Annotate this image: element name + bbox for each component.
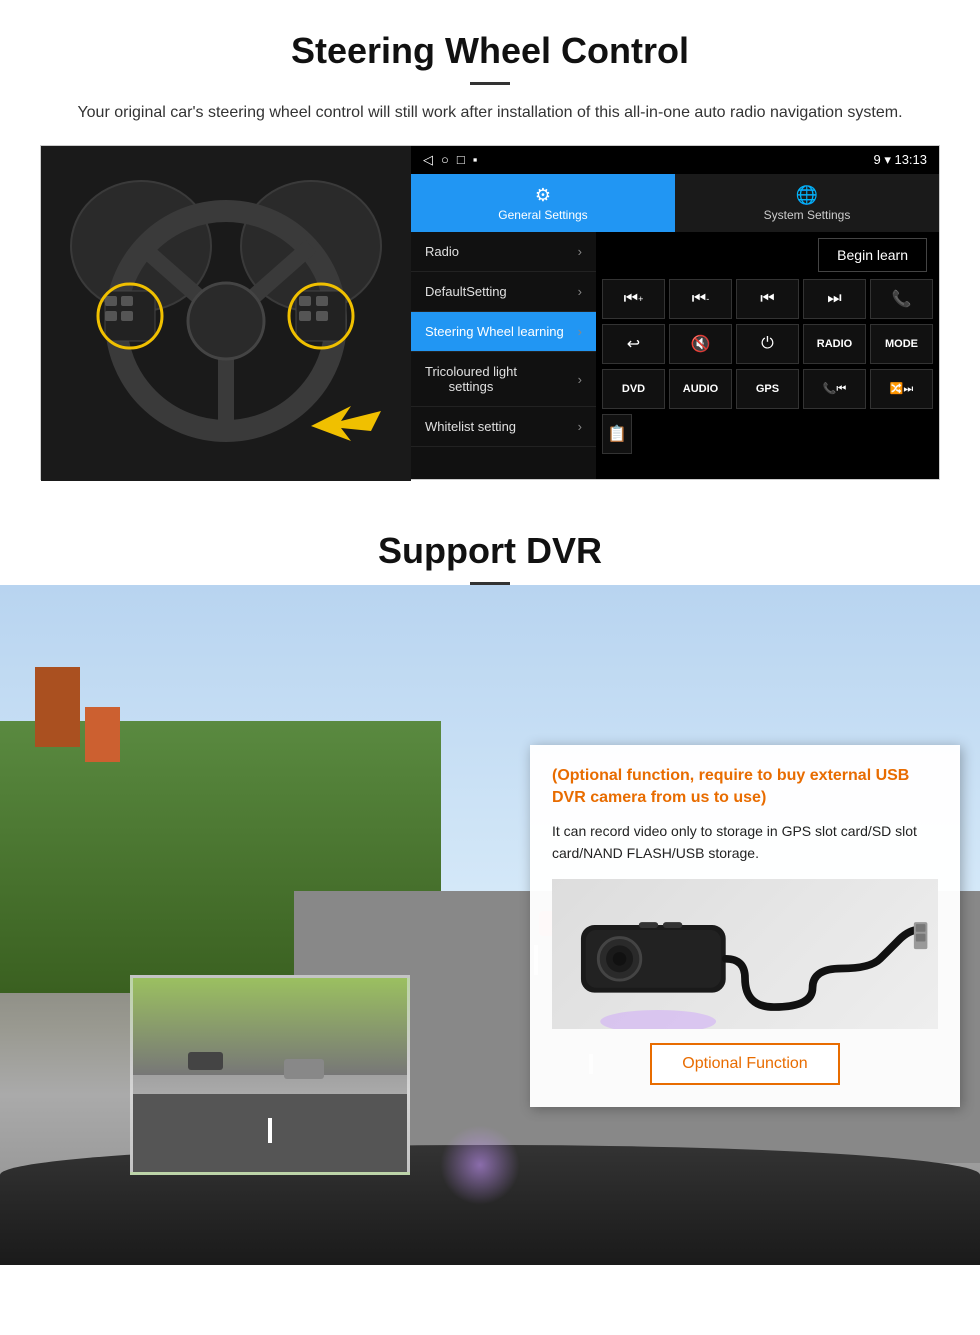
steering-visual-container: + ◁: [40, 145, 940, 480]
menu-item-steering-wheel[interactable]: Steering Wheel learning ›: [411, 312, 596, 352]
begin-learn-area: Begin learn: [602, 238, 933, 272]
hangup-btn[interactable]: ↩: [602, 324, 665, 364]
settings-menu: Radio › DefaultSetting › Steering Wheel …: [411, 232, 596, 479]
statusbar-left: ◁ ○ □ ▪: [423, 152, 477, 168]
settings-tabs: ⚙ General Settings 🌐 System Settings: [411, 174, 939, 232]
radio-btn[interactable]: RADIO: [803, 324, 866, 364]
tab-general-label: General Settings: [498, 208, 587, 222]
chevron-icon: ›: [578, 244, 582, 259]
back-icon: ◁: [423, 152, 433, 168]
section1-description: Your original car's steering wheel contr…: [60, 101, 920, 125]
tab-system-settings[interactable]: 🌐 System Settings: [675, 174, 939, 232]
extra-btn[interactable]: 📋: [602, 414, 632, 454]
begin-learn-button[interactable]: Begin learn: [818, 238, 927, 272]
gps-btn[interactable]: GPS: [736, 369, 799, 409]
phone-btn[interactable]: 📞: [870, 279, 933, 319]
dvr-background: (Optional function, require to buy exter…: [0, 585, 980, 1265]
dvr-camera-illustration: [552, 879, 938, 1029]
preview-car-1: [188, 1052, 223, 1070]
menu-tricoloured-label: Tricoloured lightsettings: [425, 364, 517, 394]
steering-photo: +: [41, 146, 411, 481]
menu-item-default-setting[interactable]: DefaultSetting ›: [411, 272, 596, 312]
dashboard-preview: [130, 975, 410, 1175]
control-row-4: 📋: [602, 414, 933, 454]
home-icon: ○: [441, 152, 449, 168]
globe-icon: 🌐: [796, 185, 818, 206]
statusbar: ◁ ○ □ ▪ 9 ▾ 13:13: [411, 146, 939, 174]
preview-road-bg: [133, 978, 407, 1075]
next-btn[interactable]: ⏭: [803, 279, 866, 319]
control-row-1: ⏮+ ⏮- ⏮ ⏭ 📞: [602, 279, 933, 319]
preview-road-line: [268, 1118, 272, 1143]
tab-system-label: System Settings: [764, 208, 851, 222]
recents-icon: □: [457, 152, 465, 168]
chevron-icon: ›: [578, 324, 582, 339]
gear-icon: ⚙: [535, 185, 551, 206]
steering-wheel-section: Steering Wheel Control Your original car…: [0, 0, 980, 500]
menu-steering-label: Steering Wheel learning: [425, 324, 564, 339]
dvr-normal-text: It can record video only to storage in G…: [552, 820, 938, 865]
menu-radio-label: Radio: [425, 244, 459, 259]
control-buttons-panel: Begin learn ⏮+ ⏮- ⏮ ⏭ 📞 ↩ 🔇 ⏻: [596, 232, 939, 479]
menu-icon: ▪: [473, 152, 478, 168]
menu-item-tricoloured[interactable]: Tricoloured lightsettings ›: [411, 352, 596, 407]
section1-divider: [470, 82, 510, 85]
menu-item-whitelist[interactable]: Whitelist setting ›: [411, 407, 596, 447]
phone-prev-btn[interactable]: 📞⏮: [803, 369, 866, 409]
steering-wheel-svg: +: [41, 146, 411, 481]
building-3: [85, 707, 120, 762]
vol-up-btn[interactable]: ⏮+: [602, 279, 665, 319]
menu-item-radio[interactable]: Radio ›: [411, 232, 596, 272]
mode-btn[interactable]: MODE: [870, 324, 933, 364]
tab-general-settings[interactable]: ⚙ General Settings: [411, 174, 675, 232]
section1-title: Steering Wheel Control: [40, 30, 940, 72]
control-row-3: DVD AUDIO GPS 📞⏮ 🔀⏭: [602, 369, 933, 409]
menu-default-label: DefaultSetting: [425, 284, 507, 299]
prev-btn[interactable]: ⏮: [736, 279, 799, 319]
audio-btn[interactable]: AUDIO: [669, 369, 732, 409]
statusbar-right: 9 ▾ 13:13: [873, 152, 927, 168]
menu-whitelist-label: Whitelist setting: [425, 419, 516, 434]
dvr-info-card: (Optional function, require to buy exter…: [530, 745, 960, 1107]
control-row-2: ↩ 🔇 ⏻ RADIO MODE: [602, 324, 933, 364]
light-beam: [440, 1125, 520, 1205]
chevron-icon: ›: [578, 284, 582, 299]
dvd-btn[interactable]: DVD: [602, 369, 665, 409]
power-btn[interactable]: ⏻: [736, 324, 799, 364]
camera-svg: [552, 879, 938, 1029]
optional-fn-container: Optional Function: [552, 1043, 938, 1085]
road-scene: (Optional function, require to buy exter…: [0, 585, 980, 1265]
dvr-orange-text: (Optional function, require to buy exter…: [552, 765, 938, 810]
dvr-section: Support DVR: [0, 500, 980, 1265]
shuffle-btn[interactable]: 🔀⏭: [870, 369, 933, 409]
optional-function-button[interactable]: Optional Function: [650, 1043, 839, 1085]
building-2: [35, 667, 80, 747]
section2-title: Support DVR: [0, 530, 980, 572]
preview-car-2: [284, 1059, 324, 1079]
mute-btn[interactable]: 🔇: [669, 324, 732, 364]
chevron-icon: ›: [578, 372, 582, 387]
vol-down-btn[interactable]: ⏮-: [669, 279, 732, 319]
chevron-icon: ›: [578, 419, 582, 434]
android-ui: ◁ ○ □ ▪ 9 ▾ 13:13 ⚙ General Settings 🌐 S…: [411, 146, 939, 479]
settings-content: Radio › DefaultSetting › Steering Wheel …: [411, 232, 939, 479]
